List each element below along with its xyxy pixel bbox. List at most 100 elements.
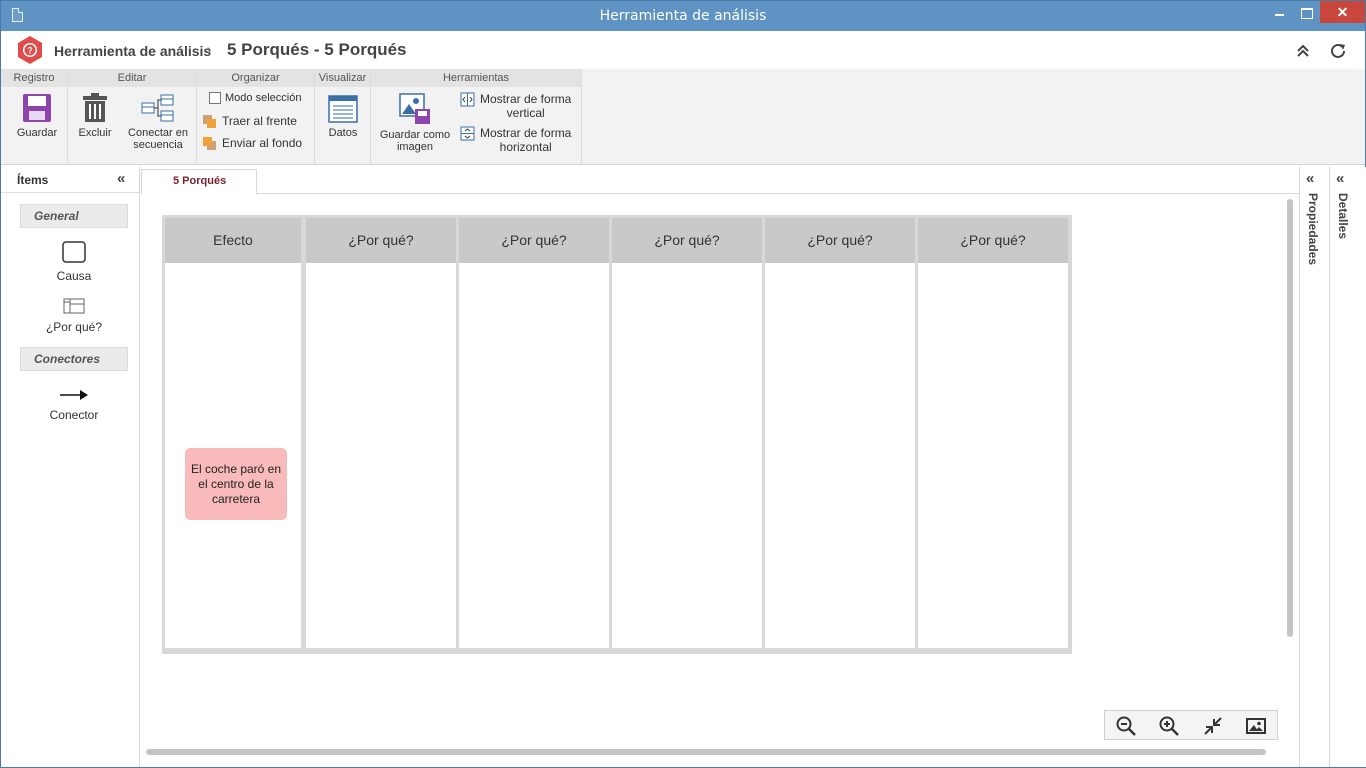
column-header: Efecto <box>165 218 301 263</box>
properties-panel[interactable]: « Propiedades <box>1299 167 1328 767</box>
horizontal-layout-icon <box>460 126 475 141</box>
save-image-label-line1: Guardar como <box>379 129 451 141</box>
save-label: Guardar <box>16 127 58 139</box>
group-visualizar: Visualizar Datos <box>315 69 371 165</box>
items-panel-header: Ítems « <box>1 167 139 193</box>
ribbon-toolbar: Registro Guardar Editar Excluir Conectar… <box>1 69 1365 165</box>
expand-details-icon[interactable]: « <box>1336 170 1344 187</box>
item-causa-label: Causa <box>56 269 92 283</box>
analysis-logo-icon: ? <box>18 36 42 64</box>
page-title: 5 Porqués - 5 Porqués <box>227 40 407 59</box>
data-label: Datos <box>328 127 358 139</box>
group-editar: Editar Excluir Conectar en secuencia <box>68 69 197 165</box>
diagram-canvas[interactable]: 5 Porqués Efecto El coche paró en el cen… <box>141 167 1299 767</box>
item-causa[interactable]: Causa <box>20 241 128 283</box>
data-button[interactable]: Datos <box>319 95 367 139</box>
vertical-layout-icon <box>460 92 475 107</box>
vertical-label-line2: vertical <box>506 106 545 120</box>
vertical-layout-button[interactable]: Mostrar de forma vertical <box>460 92 571 120</box>
save-image-label-line2: imagen <box>396 141 434 153</box>
group-organizar: Organizar Modo selección Traer al frente… <box>197 69 315 165</box>
vertical-scrollbar[interactable] <box>1287 199 1293 637</box>
group-title-editar: Editar <box>68 69 196 87</box>
fit-to-screen-icon[interactable] <box>1201 714 1225 738</box>
group-title-herramientas: Herramientas <box>371 69 581 87</box>
item-conector[interactable]: Conector <box>20 388 128 422</box>
zoom-toolbar <box>1104 710 1278 740</box>
selection-mode-label: Modo selección <box>225 92 302 104</box>
connect-sequence-button[interactable]: Conectar en secuencia <box>123 93 193 151</box>
send-back-icon <box>203 137 216 151</box>
header-bar: ? Herramienta de análisis › 5 Porqués - … <box>1 31 1365 69</box>
delete-button[interactable]: Excluir <box>74 93 116 139</box>
horizontal-label-line2: horizontal <box>499 140 552 154</box>
maximize-button[interactable] <box>1293 1 1320 23</box>
export-image-icon[interactable] <box>1244 714 1268 738</box>
column-why-4[interactable]: ¿Por qué? <box>765 218 915 648</box>
column-why-5[interactable]: ¿Por qué? <box>918 218 1068 648</box>
five-whys-board: Efecto El coche paró en el centro de la … <box>162 215 1072 654</box>
horizontal-scrollbar[interactable] <box>146 749 1266 755</box>
send-back-label: Enviar al fondo <box>222 136 303 150</box>
zoom-in-icon[interactable] <box>1157 714 1181 738</box>
selection-mode-checkbox[interactable] <box>209 92 221 105</box>
horizontal-layout-button[interactable]: Mostrar de forma horizontal <box>460 126 571 154</box>
collapse-up-icon[interactable] <box>1292 40 1314 62</box>
save-icon <box>23 94 51 122</box>
group-title-registro: Registro <box>1 69 67 87</box>
cause-shape-icon <box>62 241 86 263</box>
vertical-label-line1: Mostrar de forma <box>480 92 572 106</box>
column-header: ¿Por qué? <box>459 218 609 263</box>
connect-label-line1: Conectar en <box>128 127 188 139</box>
group-title-organizar: Organizar <box>197 69 314 87</box>
item-por-que[interactable]: ¿Por qué? <box>20 298 128 334</box>
bring-front-icon <box>203 115 216 129</box>
minimize-button[interactable] <box>1266 1 1293 23</box>
column-header: ¿Por qué? <box>306 218 456 263</box>
connect-label-line2: secuencia <box>133 139 183 151</box>
expand-properties-icon[interactable]: « <box>1306 170 1314 187</box>
group-herramientas: Herramientas Guardar como imagen Mostrar… <box>371 69 582 165</box>
title-bar: Herramienta de análisis ✕ <box>1 1 1365 31</box>
section-conectores[interactable]: Conectores <box>20 347 128 371</box>
collapse-items-icon[interactable]: « <box>117 170 125 187</box>
items-panel-title: Ítems <box>17 173 49 187</box>
tab-5-porques[interactable]: 5 Porqués <box>141 169 257 195</box>
save-as-image-button[interactable]: Guardar como imagen <box>376 93 454 153</box>
delete-label: Excluir <box>78 127 112 139</box>
column-efecto[interactable]: Efecto El coche paró en el centro de la … <box>165 218 301 648</box>
horizontal-label-line1: Mostrar de forma <box>480 126 572 140</box>
breadcrumb-separator: › <box>207 41 212 57</box>
items-panel: Ítems « General Causa ¿Por qué? Conector… <box>1 167 140 767</box>
connect-sequence-icon <box>141 94 174 122</box>
close-button[interactable]: ✕ <box>1320 1 1365 23</box>
column-header: ¿Por qué? <box>918 218 1068 263</box>
properties-label[interactable]: Propiedades <box>1306 193 1320 265</box>
zoom-out-icon[interactable] <box>1114 714 1138 738</box>
details-panel[interactable]: « Detalles <box>1329 167 1366 767</box>
group-title-visualizar: Visualizar <box>315 69 370 87</box>
effect-note[interactable]: El coche paró en el centro de la carrete… <box>185 448 287 520</box>
send-back-button[interactable]: Enviar al fondo <box>202 136 302 151</box>
column-header: ¿Por qué? <box>612 218 762 263</box>
selection-mode-toggle[interactable]: Modo selección <box>209 92 302 105</box>
refresh-icon[interactable] <box>1327 40 1349 62</box>
tab-bar: 5 Porqués <box>141 167 1299 195</box>
bring-front-button[interactable]: Traer al frente <box>202 114 297 129</box>
why-column-icon <box>63 298 85 314</box>
group-registro: Registro Guardar <box>1 69 68 165</box>
section-general[interactable]: General <box>20 204 128 228</box>
item-por-que-label: ¿Por qué? <box>45 320 103 334</box>
item-conector-label: Conector <box>49 408 99 422</box>
data-table-icon <box>328 95 358 123</box>
column-why-3[interactable]: ¿Por qué? <box>612 218 762 648</box>
column-why-1[interactable]: ¿Por qué? <box>306 218 456 648</box>
column-why-2[interactable]: ¿Por qué? <box>459 218 609 648</box>
svg-text:?: ? <box>27 46 33 56</box>
save-button[interactable]: Guardar <box>7 93 67 139</box>
bring-front-label: Traer al frente <box>222 114 297 128</box>
column-header: ¿Por qué? <box>765 218 915 263</box>
trash-icon <box>83 93 107 122</box>
breadcrumb-app[interactable]: Herramienta de análisis <box>54 43 211 59</box>
details-label[interactable]: Detalles <box>1336 193 1350 239</box>
